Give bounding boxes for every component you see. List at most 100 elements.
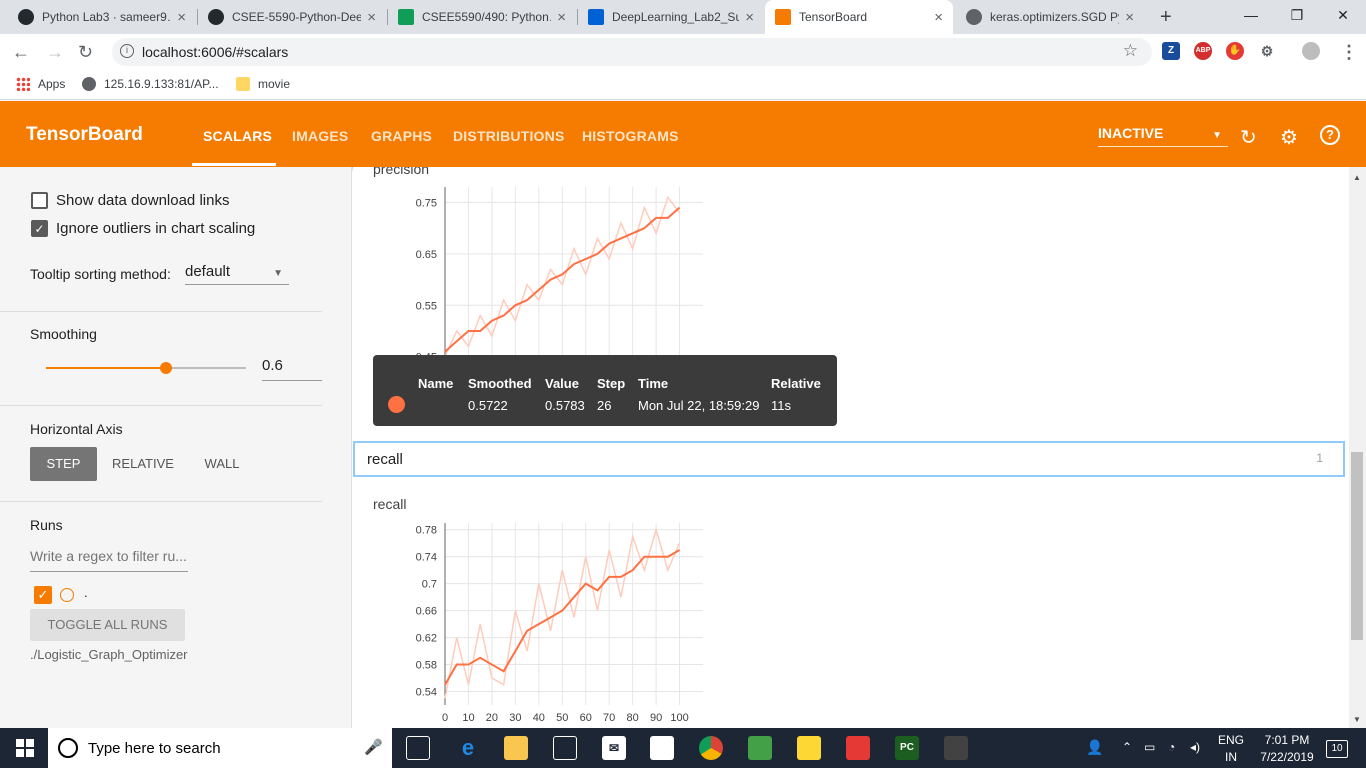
- forward-icon[interactable]: →: [46, 42, 64, 63]
- browser-tab-4[interactable]: DeepLearning_Lab2_Su… ×: [578, 0, 764, 34]
- run-color-swatch[interactable]: [60, 588, 74, 602]
- axis-step-button[interactable]: STEP: [30, 447, 97, 481]
- pycharm-icon[interactable]: PC: [895, 736, 919, 760]
- node-icon[interactable]: [748, 736, 772, 760]
- region-indicator[interactable]: IN: [1214, 750, 1248, 764]
- bookmark-ip[interactable]: 125.16.9.133:81/AP...: [82, 77, 219, 91]
- clock-time[interactable]: 7:01 PM: [1252, 733, 1322, 747]
- taskbar-search-box[interactable]: Type here to search 🎤: [48, 728, 392, 768]
- people-icon[interactable]: 👤: [1086, 739, 1103, 756]
- battery-icon[interactable]: ▭: [1144, 740, 1155, 754]
- sticky-notes-icon[interactable]: [797, 736, 821, 760]
- bookmark-star-icon[interactable]: ☆: [1123, 41, 1138, 61]
- close-icon[interactable]: ×: [557, 9, 566, 26]
- gear-icon[interactable]: ⚙: [1280, 125, 1298, 150]
- recall-chart[interactable]: 0.54 0.58 0.62 0.66 0.7 0.74 0.78 0 10 20 30 40 50 60…: [353, 505, 753, 728]
- close-icon[interactable]: ×: [745, 9, 754, 26]
- profile-avatar[interactable]: [1302, 42, 1320, 60]
- task-view-icon[interactable]: [406, 736, 430, 760]
- wifi-icon[interactable]: ◔: [1168, 740, 1175, 754]
- sheets-icon: [398, 9, 414, 25]
- logdir-label: ./Logistic_Graph_Optimizer: [30, 647, 188, 662]
- browser-tab-3[interactable]: CSEE5590/490: Python… ×: [388, 0, 576, 34]
- x-tick-label: 10: [462, 712, 474, 724]
- store-icon[interactable]: [553, 736, 577, 760]
- stop-extension-icon[interactable]: ✋: [1226, 42, 1244, 60]
- close-icon[interactable]: ×: [934, 9, 943, 26]
- tab-histograms[interactable]: HISTOGRAMS: [582, 128, 679, 144]
- plugin-status-dropdown[interactable]: INACTIVE ▼: [1098, 125, 1228, 147]
- scroll-up-icon[interactable]: ▲: [1353, 173, 1361, 182]
- action-center-icon[interactable]: 10: [1326, 740, 1348, 758]
- run-checkbox[interactable]: ✓: [34, 586, 52, 604]
- axis-relative-button[interactable]: RELATIVE: [106, 447, 180, 481]
- chrome-icon[interactable]: [699, 736, 723, 760]
- close-icon[interactable]: ×: [367, 9, 376, 26]
- back-icon[interactable]: ←: [12, 42, 30, 63]
- browser-tab-6[interactable]: keras.optimizers.SGD Py… ×: [956, 0, 1144, 34]
- terminal-icon[interactable]: [944, 736, 968, 760]
- calculator-icon[interactable]: [650, 736, 674, 760]
- window-close-icon[interactable]: ✕: [1320, 0, 1366, 30]
- toggle-all-runs-button[interactable]: TOGGLE ALL RUNS: [30, 609, 185, 641]
- tensorboard-icon: [775, 9, 791, 25]
- close-icon[interactable]: ×: [1125, 9, 1134, 26]
- scroll-down-icon[interactable]: ▼: [1353, 715, 1361, 724]
- recall-category-header[interactable]: recall 1: [353, 441, 1345, 477]
- clock-date[interactable]: 7/22/2019: [1252, 750, 1322, 764]
- smoothing-slider-handle[interactable]: [160, 362, 172, 374]
- reload-icon[interactable]: ↻: [1240, 125, 1257, 150]
- scrollbar-thumb[interactable]: [1351, 452, 1363, 640]
- extension-icon[interactable]: ⚙: [1258, 42, 1276, 60]
- smoothing-input[interactable]: 0.6: [262, 357, 322, 381]
- tab-graphs[interactable]: GRAPHS: [371, 128, 432, 144]
- zotero-extension-icon[interactable]: Z: [1162, 42, 1180, 60]
- volume-icon[interactable]: ◂): [1190, 740, 1200, 754]
- smoothing-slider-fill: [46, 367, 166, 369]
- x-tick-label: 90: [650, 712, 662, 724]
- tooltip-header-smoothed: Smoothed: [468, 376, 532, 391]
- info-icon[interactable]: i: [120, 44, 134, 58]
- tab-distributions[interactable]: DISTRIBUTIONS: [453, 128, 565, 144]
- cortana-icon: [58, 738, 78, 758]
- tooltip-header-time: Time: [638, 376, 669, 391]
- axis-wall-button[interactable]: WALL: [196, 447, 248, 481]
- precision-chart[interactable]: 0.450.550.650.750102030405060708090100: [353, 167, 753, 387]
- show-download-links-checkbox[interactable]: [31, 192, 48, 209]
- language-indicator[interactable]: ENG: [1214, 733, 1248, 747]
- mail-icon[interactable]: ✉: [602, 736, 626, 760]
- windows-start-icon[interactable]: [16, 739, 34, 757]
- pdf-reader-icon[interactable]: [846, 736, 870, 760]
- windows-taskbar: Type here to search 🎤 e ✉ PC 👤 ⌃ ▭ ◔ ◂) …: [0, 728, 1366, 768]
- tray-chevron-icon[interactable]: ⌃: [1122, 740, 1132, 754]
- browser-tab-2[interactable]: CSEE-5590-Python-Dee… ×: [198, 0, 386, 34]
- ignore-outliers-checkbox[interactable]: ✓: [31, 220, 48, 237]
- run-filter-input[interactable]: Write a regex to filter ru...: [30, 548, 188, 572]
- page-scrollbar[interactable]: ▲ ▼: [1349, 167, 1366, 728]
- browser-tab-active[interactable]: TensorBoard ×: [765, 0, 953, 34]
- tab-images[interactable]: IMAGES: [292, 128, 348, 144]
- browser-toolbar: ← → ↻ i localhost:6006/#scalars ☆ Z ABP …: [0, 34, 1366, 70]
- adblock-extension-icon[interactable]: ABP: [1194, 42, 1212, 60]
- new-tab-button[interactable]: +: [1150, 0, 1180, 34]
- microphone-icon[interactable]: 🎤: [364, 738, 383, 756]
- help-icon[interactable]: ?: [1320, 125, 1340, 145]
- tab-scalars[interactable]: SCALARS: [203, 128, 272, 144]
- tooltip-sorting-dropdown[interactable]: default ▼: [185, 263, 289, 285]
- close-icon[interactable]: ×: [177, 9, 186, 26]
- tab-title: TensorBoard: [799, 10, 868, 24]
- bookmark-apps[interactable]: Apps: [16, 77, 65, 91]
- horizontal-axis-label: Horizontal Axis: [30, 421, 123, 437]
- minimize-icon[interactable]: —: [1228, 0, 1274, 30]
- restore-icon[interactable]: ❐: [1274, 0, 1320, 30]
- tab-title: keras.optimizers.SGD Py…: [990, 10, 1119, 24]
- file-explorer-icon[interactable]: [504, 736, 528, 760]
- address-bar[interactable]: i localhost:6006/#scalars ☆: [112, 38, 1152, 66]
- selected-value: default: [185, 263, 231, 280]
- edge-icon[interactable]: e: [456, 736, 480, 760]
- bookmark-movie[interactable]: movie: [236, 77, 290, 91]
- reload-icon[interactable]: ↻: [78, 42, 93, 63]
- browser-tab-1[interactable]: Python Lab3 · sameer9… ×: [8, 0, 196, 34]
- menu-kebab-icon[interactable]: ⋮: [1340, 42, 1358, 63]
- tooltip-smoothed-value: 0.5722: [468, 398, 508, 413]
